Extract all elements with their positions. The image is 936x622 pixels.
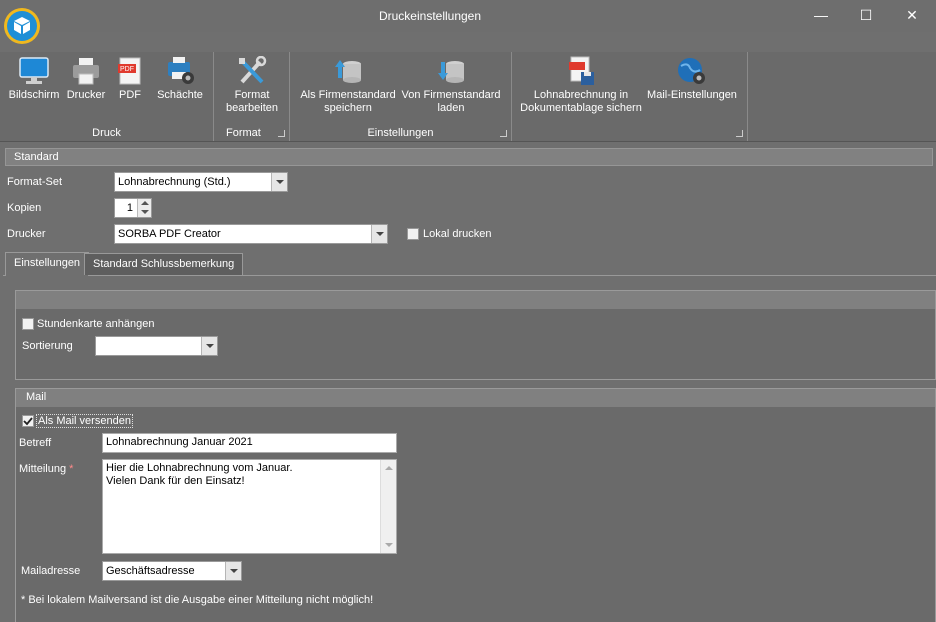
title-bar: Druckeinstellungen — ☐ ✕ xyxy=(0,0,936,32)
ribbon-group-druck: Bildschirm Drucker PDF PDF Schächte Druc… xyxy=(0,52,214,141)
lohnabrechnung-dokumentablage-button[interactable]: Lohnabrechnung in Dokumentablage sichern xyxy=(518,56,644,115)
required-star: * xyxy=(69,463,74,475)
von-firmenstandard-label-1: Von Firmenstandard xyxy=(401,89,501,101)
database-upload-icon xyxy=(335,60,361,83)
drucker-button[interactable]: Drucker xyxy=(64,56,108,102)
mailadresse-value: Geschäftsadresse xyxy=(106,565,195,577)
database-download-icon xyxy=(438,61,464,83)
stundenkarte-label: Stundenkarte anhängen xyxy=(37,318,155,330)
einstellungen-group-launcher-icon[interactable] xyxy=(500,130,507,137)
drucker-label: Drucker xyxy=(66,89,106,101)
monitor-icon xyxy=(19,57,49,84)
lokal-drucken-checkbox[interactable] xyxy=(407,228,419,240)
tab-standard-schlussbemerkung[interactable]: Standard Schlussbemerkung xyxy=(84,253,244,275)
mailadresse-select[interactable]: Geschäftsadresse xyxy=(102,561,242,581)
chevron-down-icon[interactable] xyxy=(225,562,241,580)
lokal-drucken-label: Lokal drucken xyxy=(423,228,492,240)
close-button[interactable]: ✕ xyxy=(897,4,927,26)
als-firmenstandard-speichern-button[interactable]: Als Firmenstandard speichern xyxy=(298,56,398,115)
globe-settings-icon xyxy=(678,58,705,84)
format-set-label: Format-Set xyxy=(7,176,63,188)
schaechte-button[interactable]: Schächte xyxy=(154,56,206,102)
mail-einstellungen-label: Mail-Einstellungen xyxy=(647,89,737,101)
tab-einstellungen[interactable]: Einstellungen xyxy=(5,252,90,276)
ribbon-group-einstellungen: Als Firmenstandard speichern Von Firmens… xyxy=(290,52,512,141)
spin-down-icon[interactable] xyxy=(141,210,149,214)
mitteilung-scrollbar[interactable] xyxy=(380,460,396,553)
format-bearbeiten-label-2: bearbeiten xyxy=(226,102,278,114)
lohnabrechnung-label-2: Dokumentablage sichern xyxy=(520,102,642,114)
bildschirm-label: Bildschirm xyxy=(8,89,60,101)
betreff-label: Betreff xyxy=(19,437,52,449)
als-mail-versenden-checkbox[interactable] xyxy=(22,415,34,427)
spin-up-icon[interactable] xyxy=(141,201,149,205)
sichern-group-launcher-icon[interactable] xyxy=(736,130,743,137)
ribbon-group-sichern-mail: Lohnabrechnung in Dokumentablage sichern… xyxy=(512,52,748,141)
ribbon-toolbar: Bildschirm Drucker PDF PDF Schächte Druc… xyxy=(0,52,936,142)
bildschirm-button[interactable]: Bildschirm xyxy=(8,56,60,102)
drucker-label: Drucker xyxy=(7,228,46,240)
einstellungen-panel-header xyxy=(16,291,935,309)
format-set-select[interactable]: Lohnabrechnung (Std.) xyxy=(114,172,288,192)
pdf-save-icon xyxy=(569,56,594,85)
kopien-value: 1 xyxy=(126,202,133,214)
drucker-value: SORBA PDF Creator xyxy=(118,228,221,240)
chevron-down-icon[interactable] xyxy=(371,225,387,243)
format-bearbeiten-label-1: Format xyxy=(234,89,270,101)
ribbon-group-einstellungen-label: Einstellungen xyxy=(367,127,434,139)
ribbon-group-druck-label: Druck xyxy=(92,127,121,139)
mitteilung-label: Mitteilung * xyxy=(19,463,73,475)
checkmark-icon xyxy=(23,417,33,426)
von-firmenstandard-label-2: laden xyxy=(437,102,465,114)
standard-section-header: Standard xyxy=(5,148,933,166)
mitteilung-label-text: Mitteilung xyxy=(19,463,67,475)
drucker-select[interactable]: SORBA PDF Creator xyxy=(114,224,388,244)
ribbon-group-format: Format bearbeiten Format xyxy=(214,52,290,141)
mitteilung-line-2: Vielen Dank für den Einsatz! xyxy=(106,475,245,487)
format-set-value: Lohnabrechnung (Std.) xyxy=(118,176,231,188)
stundenkarte-checkbox[interactable] xyxy=(22,318,34,330)
betreff-input[interactable]: Lohnabrechnung Januar 2021 xyxy=(102,433,397,453)
kopien-label: Kopien xyxy=(7,202,42,214)
mitteilung-line-1: Hier die Lohnabrechnung vom Januar. xyxy=(106,462,293,474)
chevron-down-icon[interactable] xyxy=(201,337,217,355)
printer-icon xyxy=(73,58,99,85)
sortierung-label: Sortierung xyxy=(22,340,73,352)
format-bearbeiten-button[interactable]: Format bearbeiten xyxy=(220,56,284,115)
pdf-button[interactable]: PDF PDF xyxy=(112,56,148,102)
als-mail-versenden-label: Als Mail versenden xyxy=(36,414,133,428)
mail-panel: Mail Als Mail versenden Betreff Lohnabre… xyxy=(15,388,936,622)
maximize-button[interactable]: ☐ xyxy=(851,4,881,26)
format-group-launcher-icon[interactable] xyxy=(278,130,285,137)
kopien-spin-buttons[interactable] xyxy=(137,199,151,217)
mail-einstellungen-button[interactable]: Mail-Einstellungen xyxy=(646,56,738,102)
mailadresse-label: Mailadresse xyxy=(21,565,81,577)
kopien-stepper[interactable]: 1 xyxy=(114,198,152,218)
von-firmenstandard-laden-button[interactable]: Von Firmenstandard laden xyxy=(400,56,502,115)
als-firmenstandard-label-2: speichern xyxy=(324,102,372,114)
einstellungen-panel: Stundenkarte anhängen Sortierung xyxy=(15,290,936,380)
printer-tray-settings-icon xyxy=(168,57,194,84)
scroll-down-icon[interactable] xyxy=(385,543,393,547)
app-logo-icon[interactable] xyxy=(4,8,40,44)
sortierung-select[interactable] xyxy=(95,336,218,356)
scroll-up-icon[interactable] xyxy=(385,466,393,470)
mail-hinweis-text: * Bei lokalem Mailversand ist die Ausgab… xyxy=(21,594,374,606)
mail-panel-header: Mail xyxy=(16,389,935,407)
pdf-icon: PDF xyxy=(118,57,141,85)
window-title: Druckeinstellungen xyxy=(378,9,482,23)
pdf-icon-text: PDF xyxy=(120,66,134,73)
pdf-label: PDF xyxy=(119,89,141,101)
schaechte-label: Schächte xyxy=(157,89,203,101)
tools-icon xyxy=(239,56,267,84)
lohnabrechnung-label-1: Lohnabrechnung in xyxy=(533,89,629,101)
chevron-down-icon[interactable] xyxy=(271,173,287,191)
minimize-button[interactable]: — xyxy=(806,4,836,26)
mitteilung-textarea[interactable]: Hier die Lohnabrechnung vom Januar. Viel… xyxy=(102,459,397,554)
als-firmenstandard-label-1: Als Firmenstandard xyxy=(300,89,396,101)
